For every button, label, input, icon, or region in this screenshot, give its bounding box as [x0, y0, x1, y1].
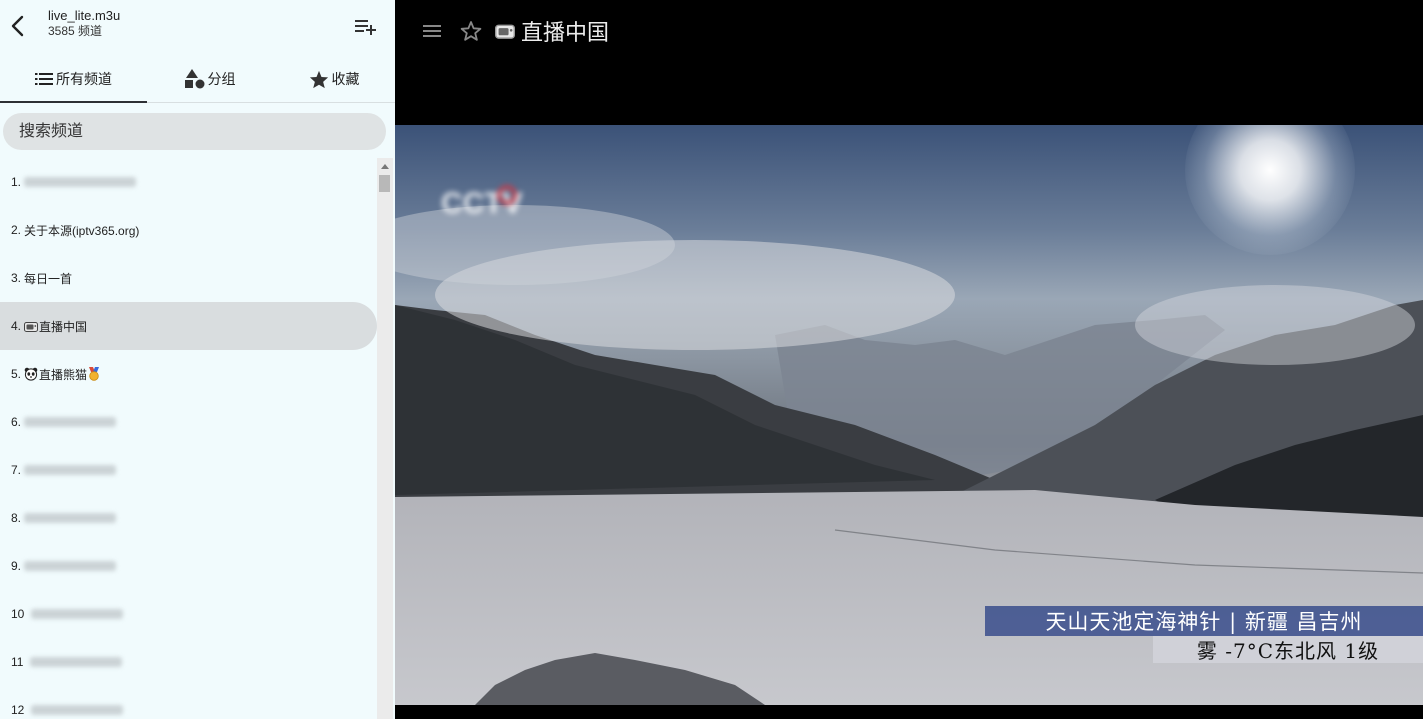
blurred-channel-name: [24, 561, 117, 571]
blurred-channel-name: [31, 705, 124, 715]
tv-emoji-icon: [24, 321, 39, 332]
star-outline-icon: [460, 21, 482, 41]
channel-name: 关于本源(iptv365.org): [24, 223, 140, 238]
cctv-logo: CCTV: [441, 185, 523, 220]
channel-item[interactable]: 11: [0, 638, 377, 686]
hamburger-menu-icon: [423, 25, 441, 37]
blurred-channel-name: [24, 513, 117, 523]
blurred-channel-name: [24, 177, 137, 187]
blurred-channel-name: [31, 609, 124, 619]
player-area: 直播中国 CCTV 天山天池定海神针 | 新疆 昌吉州 雾 -7°C东北风 1级: [395, 0, 1423, 719]
add-playlist-button[interactable]: [353, 16, 377, 38]
star-filled-icon: [309, 70, 328, 88]
tab-groups[interactable]: 分组: [147, 56, 273, 102]
channel-title: 直播中国: [495, 16, 609, 46]
channel-item[interactable]: 3. 每日一首: [0, 254, 377, 302]
tab-label: 分组: [207, 71, 236, 87]
blurred-channel-name: [24, 465, 117, 475]
playlist-file-name: live_lite.m3u: [48, 8, 121, 23]
favorite-button[interactable]: [459, 19, 483, 43]
channel-name: 直播熊猫: [39, 367, 88, 382]
channel-item[interactable]: 5. 直播熊猫: [0, 350, 377, 398]
channel-item[interactable]: 8.: [0, 494, 377, 542]
weather-caption: 雾 -7°C东北风 1级: [1153, 636, 1423, 663]
channel-item-selected[interactable]: 4. 直播中国: [0, 302, 377, 350]
blurred-channel-name: [24, 417, 117, 427]
channel-name: 每日一首: [24, 271, 73, 286]
channel-item[interactable]: 1.: [0, 158, 377, 206]
arrow-back-icon: [11, 15, 24, 37]
scroll-thumb[interactable]: [379, 175, 390, 192]
menu-button[interactable]: [421, 20, 443, 42]
channel-title-text: 直播中国: [521, 20, 610, 45]
tab-favorites[interactable]: 收藏: [273, 56, 395, 102]
channel-item[interactable]: 9.: [0, 542, 377, 590]
shapes-icon: [184, 69, 204, 89]
channel-count: 3585 频道: [48, 24, 103, 38]
scroll-up-button[interactable]: [377, 160, 393, 174]
video-frame[interactable]: CCTV 天山天池定海神针 | 新疆 昌吉州 雾 -7°C东北风 1级: [395, 125, 1423, 705]
blurred-channel-name: [30, 657, 123, 667]
channel-item[interactable]: 12: [0, 686, 377, 719]
channel-list: 1. 2. 关于本源(iptv365.org) 3. 每日一首 4. 直播中国: [0, 158, 377, 719]
channel-list-scrollbar[interactable]: [377, 158, 393, 719]
channel-item[interactable]: 7.: [0, 446, 377, 494]
caret-up-icon: [381, 164, 389, 169]
channel-item[interactable]: 2. 关于本源(iptv365.org): [0, 206, 377, 254]
medal-emoji-icon: [89, 367, 100, 381]
channel-item[interactable]: 6.: [0, 398, 377, 446]
tab-label: 收藏: [331, 71, 360, 87]
app-window: live_lite.m3u 3585 频道 所有频道 分组 收藏 搜索频道 1.…: [0, 0, 1423, 719]
search-input[interactable]: [3, 113, 386, 150]
location-caption: 天山天池定海神针 | 新疆 昌吉州: [985, 606, 1423, 636]
playlist-add-icon: [355, 20, 376, 35]
tab-all-channels[interactable]: 所有频道: [0, 56, 147, 102]
sidebar-header: live_lite.m3u 3585 频道: [0, 0, 395, 52]
active-tab-indicator: [0, 101, 147, 103]
list-icon: [35, 73, 53, 85]
tv-emoji-icon: [495, 24, 515, 39]
sidebar: live_lite.m3u 3585 频道 所有频道 分组 收藏 搜索频道 1.…: [0, 0, 395, 719]
panda-emoji-icon: [24, 367, 38, 381]
back-button[interactable]: [6, 12, 30, 40]
channel-name: 直播中国: [39, 319, 88, 334]
channel-item[interactable]: 10: [0, 590, 377, 638]
sidebar-tabs: 所有频道 分组 收藏: [0, 56, 395, 103]
tab-label: 所有频道: [56, 71, 112, 87]
